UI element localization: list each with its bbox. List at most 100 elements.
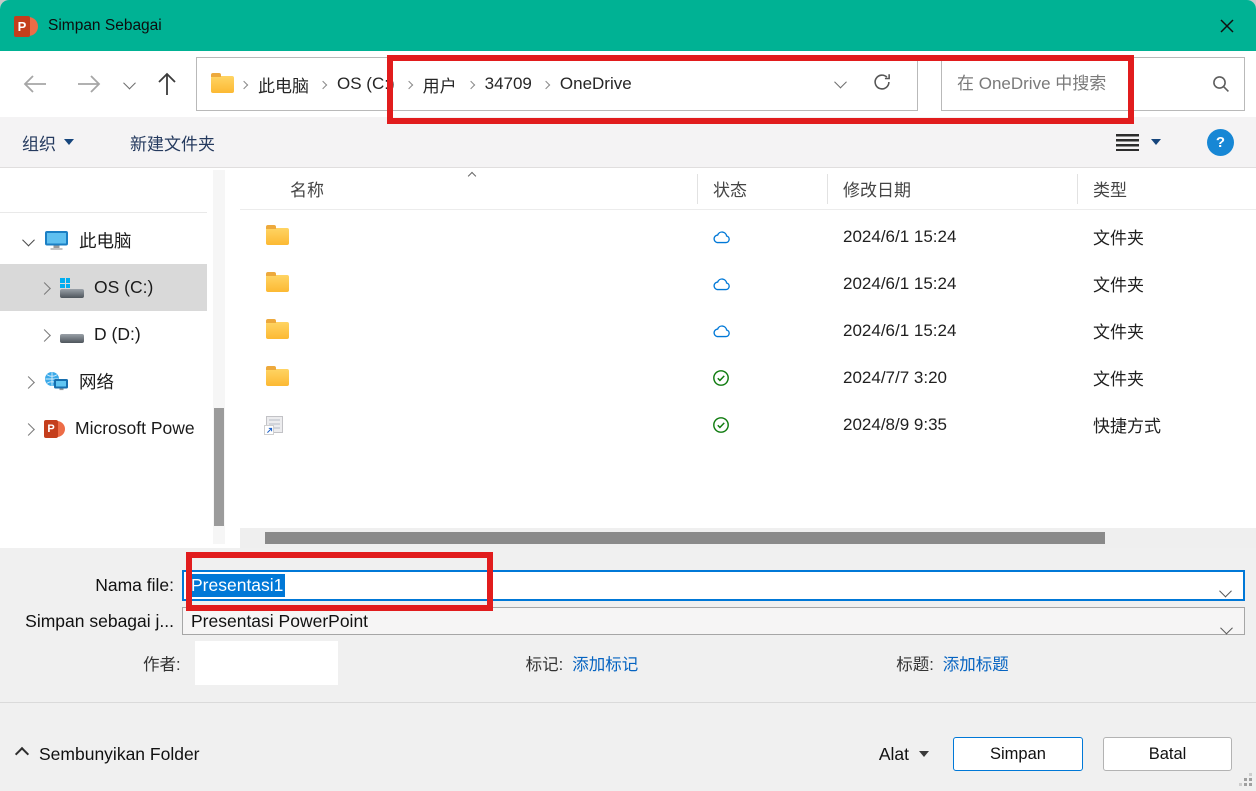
network-icon bbox=[44, 371, 69, 392]
sidebar-item-microsoft-powerpoint[interactable]: P Microsoft Powe bbox=[0, 405, 207, 452]
this-pc-icon bbox=[44, 230, 69, 251]
hide-folders-label: Sembunyikan Folder bbox=[39, 743, 200, 764]
breadcrumb-separator-icon bbox=[466, 80, 475, 90]
recent-locations-button[interactable] bbox=[114, 69, 144, 99]
hide-folders-button[interactable]: Sembunyikan Folder bbox=[14, 743, 200, 765]
expand-collapse-icon[interactable] bbox=[38, 277, 51, 298]
view-options-button[interactable] bbox=[1116, 133, 1161, 151]
sidebar-item-label: Microsoft Powe bbox=[75, 418, 195, 438]
breadcrumb-os-c[interactable]: OS (C:) bbox=[337, 74, 395, 94]
expand-collapse-icon[interactable] bbox=[22, 371, 35, 392]
folder-icon bbox=[211, 72, 234, 93]
table-row[interactable]: 2024/6/1 15:24 文件夹 bbox=[240, 260, 1256, 307]
synced-check-icon bbox=[713, 416, 729, 433]
file-list: 名称 状态 修改日期 类型 2024/6/1 15:24 文件夹 2024/6/… bbox=[232, 168, 1256, 548]
refresh-icon bbox=[874, 73, 890, 90]
navigation-bar: 此电脑 OS (C:) 用户 34709 OneDrive bbox=[0, 51, 1256, 124]
table-row[interactable]: 2024/8/9 9:35 快捷方式 bbox=[240, 401, 1256, 448]
sidebar-item-label: D (D:) bbox=[94, 324, 141, 344]
back-arrow-icon bbox=[23, 75, 46, 93]
column-header-name[interactable]: 名称 bbox=[240, 171, 698, 204]
new-folder-button[interactable]: 新建文件夹 bbox=[130, 130, 215, 155]
footer-bar: Sembunyikan Folder Alat Simpan Batal bbox=[0, 702, 1256, 791]
footer-actions: Alat Simpan Batal bbox=[879, 737, 1232, 771]
filetype-value: Presentasi PowerPoint bbox=[191, 610, 369, 631]
breadcrumb-separator-icon bbox=[239, 80, 249, 90]
add-title-link[interactable]: 添加标题 bbox=[943, 651, 1009, 675]
forward-arrow-icon bbox=[78, 75, 101, 93]
filetype-dropdown[interactable]: Presentasi PowerPoint bbox=[182, 607, 1245, 635]
synced-check-icon bbox=[713, 369, 729, 386]
os-c-drive-icon bbox=[60, 277, 84, 298]
address-bar[interactable]: 此电脑 OS (C:) 用户 34709 OneDrive bbox=[196, 55, 1134, 124]
command-bar: 组织 新建文件夹 ? bbox=[0, 117, 1256, 168]
scrollbar-thumb[interactable] bbox=[265, 532, 1105, 544]
breadcrumb-this-pc[interactable]: 此电脑 bbox=[258, 72, 309, 97]
address-dropdown-button[interactable] bbox=[834, 75, 847, 93]
question-mark-icon: ? bbox=[1215, 133, 1226, 151]
breadcrumb-separator-icon bbox=[404, 80, 413, 90]
folder-icon bbox=[266, 319, 289, 339]
scrollbar-thumb[interactable] bbox=[214, 408, 224, 526]
author-label: 作者: bbox=[143, 656, 181, 674]
breadcrumb-users[interactable]: 用户 bbox=[423, 72, 457, 97]
folder-icon bbox=[266, 366, 289, 386]
table-row[interactable]: 2024/6/1 15:24 文件夹 bbox=[240, 307, 1256, 354]
sidebar-item-this-pc[interactable]: 此电脑 bbox=[0, 217, 207, 264]
tools-button[interactable]: Alat bbox=[879, 744, 929, 765]
filename-input[interactable]: Presentasi1 bbox=[182, 570, 1245, 601]
folder-icon bbox=[266, 225, 289, 245]
main-content: 此电脑 OS (C:) D (D:) 网络 P Microsoft Powe 名… bbox=[0, 168, 1256, 548]
help-button[interactable]: ? bbox=[1207, 128, 1234, 156]
column-header-date-modified[interactable]: 修改日期 bbox=[828, 173, 1078, 204]
sidebar-item-network[interactable]: 网络 bbox=[0, 358, 207, 405]
author-value-box[interactable] bbox=[194, 641, 338, 685]
metadata-row: 作者: 标记: 添加标记 标题: 添加标题 bbox=[0, 640, 1256, 686]
filename-dropdown-button[interactable] bbox=[1219, 584, 1232, 602]
filename-selected-text: Presentasi1 bbox=[189, 574, 286, 597]
tags-label: 标记: bbox=[525, 656, 564, 674]
column-header-type[interactable]: 类型 bbox=[1078, 174, 1256, 204]
breadcrumb-user-34709[interactable]: 34709 bbox=[485, 74, 532, 94]
sidebar-item-d-drive[interactable]: D (D:) bbox=[0, 311, 207, 358]
breadcrumb-onedrive[interactable]: OneDrive bbox=[560, 74, 632, 94]
search-icon[interactable] bbox=[1211, 74, 1231, 94]
chevron-up-icon bbox=[14, 746, 30, 762]
sidebar-item-os-c[interactable]: OS (C:) bbox=[0, 264, 207, 311]
powerpoint-icon: P bbox=[44, 418, 65, 439]
close-icon bbox=[1220, 18, 1234, 33]
list-view-icon bbox=[1116, 133, 1139, 151]
chevron-down-icon bbox=[834, 75, 847, 89]
expand-collapse-icon[interactable] bbox=[38, 324, 51, 345]
table-row[interactable]: 2024/6/1 15:24 文件夹 bbox=[240, 213, 1256, 260]
forward-button[interactable] bbox=[74, 69, 104, 99]
sidebar-item-label: OS (C:) bbox=[94, 277, 154, 297]
sidebar-scrollbar[interactable] bbox=[213, 170, 225, 544]
up-button[interactable] bbox=[152, 69, 182, 99]
organize-button[interactable]: 组织 bbox=[22, 130, 74, 155]
back-button[interactable] bbox=[20, 69, 50, 99]
cancel-button[interactable]: Batal bbox=[1103, 737, 1232, 771]
save-button[interactable]: Simpan bbox=[953, 737, 1083, 771]
search-input[interactable] bbox=[955, 73, 1211, 95]
sidebar-item-label: 网络 bbox=[79, 372, 114, 392]
expand-collapse-icon[interactable] bbox=[22, 230, 35, 251]
shortcut-arrow-icon bbox=[264, 425, 274, 435]
table-row[interactable]: 2024/7/7 3:20 文件夹 bbox=[240, 354, 1256, 401]
resize-grip[interactable] bbox=[1238, 772, 1252, 786]
sidebar-item-label: 此电脑 bbox=[79, 231, 132, 251]
file-rows: 2024/6/1 15:24 文件夹 2024/6/1 15:24 文件夹 20… bbox=[240, 213, 1256, 448]
save-as-dialog: P Simpan Sebagai 此电脑 OS (C:) 用户 34709 On… bbox=[0, 0, 1256, 791]
horizontal-scrollbar[interactable] bbox=[240, 528, 1256, 548]
column-header-status[interactable]: 状态 bbox=[698, 173, 828, 204]
filetype-dropdown-button[interactable] bbox=[1220, 618, 1233, 639]
close-button[interactable] bbox=[1198, 0, 1256, 51]
filetype-label: Simpan sebagai j... bbox=[25, 610, 174, 631]
filetype-row: Simpan sebagai j... Presentasi PowerPoin… bbox=[0, 607, 1256, 635]
title-bar: P Simpan Sebagai bbox=[0, 0, 1256, 51]
dropdown-arrow-icon bbox=[919, 751, 929, 757]
refresh-button[interactable] bbox=[871, 71, 893, 98]
expand-collapse-icon[interactable] bbox=[22, 418, 35, 439]
add-tag-link[interactable]: 添加标记 bbox=[572, 651, 638, 675]
new-folder-label: 新建文件夹 bbox=[130, 134, 215, 154]
